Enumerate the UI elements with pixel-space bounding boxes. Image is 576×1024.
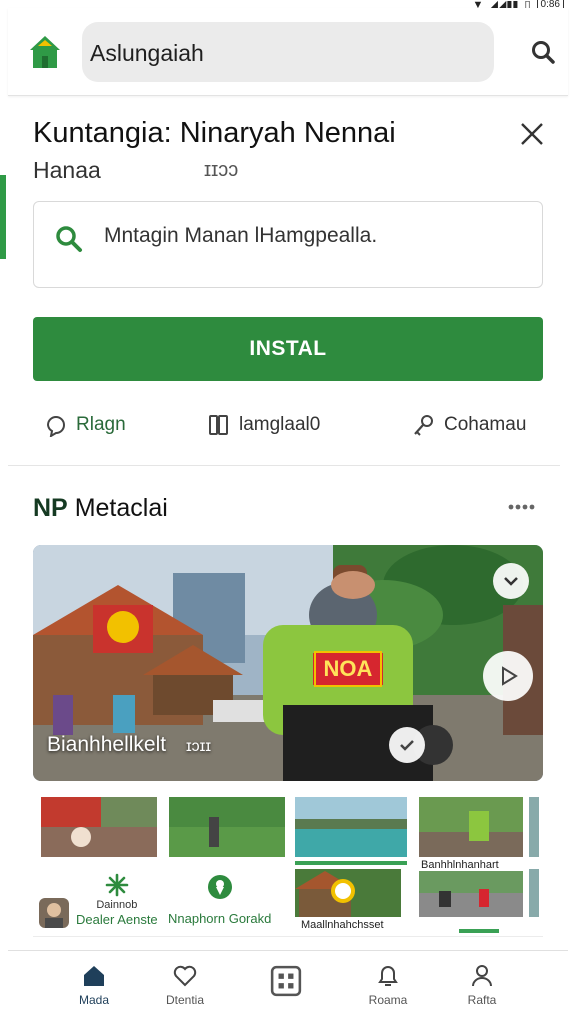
book-icon	[209, 415, 228, 435]
thumbnail-6-image	[419, 871, 523, 917]
search-icon	[56, 226, 82, 252]
thumbnail-3-image	[295, 797, 407, 857]
chevron-down-icon	[504, 577, 518, 586]
thumbnail-5[interactable]	[295, 869, 401, 917]
thumbnail-4-image	[419, 797, 523, 857]
hero-caption-meta: ɪɔɪɪ	[185, 738, 212, 755]
thumbnail-edge	[529, 797, 539, 857]
thumbnail-5-image	[295, 869, 401, 917]
header-search-bar[interactable]: Aslungaiah	[82, 22, 494, 82]
close-icon[interactable]	[519, 121, 545, 147]
action-access[interactable]: Cohamau	[412, 410, 526, 440]
action-share[interactable]: Rlagn	[44, 410, 126, 440]
thumbnail-1[interactable]	[41, 797, 157, 857]
thumbnail-4[interactable]	[419, 797, 523, 857]
nav-home-label: Mada	[78, 993, 110, 1007]
search-input-text: Mntagin Manan lHamgpealla.	[104, 224, 378, 247]
nav-item-home[interactable]: Mada	[54, 963, 134, 1007]
nav-item-apps[interactable]	[246, 965, 326, 997]
play-icon	[502, 666, 518, 686]
hero-expand-button[interactable]	[493, 563, 529, 599]
heart-icon	[173, 965, 197, 987]
action-library-label: lamglaal0	[239, 414, 321, 435]
nav-favorites-label: Dtentia	[165, 993, 205, 1007]
small-thumb-image	[45, 903, 63, 928]
section-divider	[8, 465, 560, 466]
location-pin-icon	[207, 875, 232, 899]
app-subtitle: Hanaa	[33, 157, 101, 183]
hero-caption-text: Bianhhellkelt	[47, 733, 167, 756]
nav-item-notifications[interactable]: Roama	[348, 963, 428, 1007]
bottom-navigation: Mada Dtentia Roama Rafta	[8, 950, 568, 1024]
bell-icon	[378, 966, 398, 986]
header-search-text: Aslungaiah	[90, 40, 204, 66]
thumbnail-caption-2: Maallnhahchsset	[301, 919, 384, 931]
thumbnail-caption-1: Banhhlnhanhart	[421, 859, 499, 871]
app-meta: ɪɪɔɔ	[204, 159, 239, 181]
grid-icon	[270, 965, 302, 997]
thumbnail-3[interactable]	[295, 797, 407, 857]
thumbnail-2[interactable]	[169, 797, 285, 857]
share-icon	[46, 416, 65, 437]
hero-check-button[interactable]	[389, 727, 425, 763]
grid-item-dealer[interactable]: Dainnob Dealer Aenste	[76, 873, 158, 927]
hero-play-button[interactable]	[483, 651, 533, 701]
thumbnail-stripe-2	[459, 929, 499, 933]
app-title: Kuntangia: Ninaryah Nennai	[33, 117, 396, 149]
grid-item-dealer-top: Dainnob	[96, 899, 138, 911]
check-icon	[400, 740, 414, 751]
sparkle-icon	[105, 873, 129, 897]
side-accent-bar	[0, 175, 6, 259]
nav-item-profile[interactable]: Rafta	[442, 963, 522, 1007]
more-options-icon[interactable]	[506, 499, 538, 515]
grid-item-nnaphorn[interactable]: Nnaphorn Gorakd	[168, 873, 271, 926]
section-title-bold: NP	[33, 494, 68, 522]
thumbnail-stripe	[295, 861, 407, 865]
action-access-label: Cohamau	[444, 414, 527, 435]
key-icon	[414, 415, 433, 436]
app-header: Aslungaiah	[8, 8, 568, 96]
hero-sign: NOA	[314, 651, 382, 687]
nav-item-favorites[interactable]: Dtentia	[145, 963, 225, 1007]
action-share-label: Rlagn	[76, 414, 126, 435]
thumbnail-1-image	[41, 797, 157, 857]
thumbnail-edge-2	[529, 869, 539, 917]
install-button[interactable]: INSTAL	[33, 317, 543, 381]
section-title: NP Metaclai	[33, 494, 168, 523]
action-library[interactable]: lamglaal0	[207, 410, 320, 440]
profile-icon	[472, 965, 492, 987]
nav-notifications-label: Roama	[368, 993, 408, 1007]
search-icon[interactable]	[530, 39, 556, 65]
search-input[interactable]: Mntagin Manan lHamgpealla.	[33, 201, 543, 288]
grid-item-nnaphorn-label: Nnaphorn Gorakd	[168, 911, 272, 926]
thumbnail-6[interactable]	[419, 871, 523, 917]
home-icon	[84, 966, 104, 986]
small-thumb[interactable]	[39, 898, 69, 928]
thumbnail-2-image	[169, 797, 285, 857]
section-title-rest: Metaclai	[74, 494, 168, 522]
nav-profile-label: Rafta	[467, 993, 497, 1007]
hero-image[interactable]: NOA Bianhhellkelt ɪɔɪɪ	[33, 545, 543, 781]
hero-caption: Bianhhellkelt ɪɔɪɪ	[47, 733, 211, 757]
home-logo-icon[interactable]	[30, 34, 60, 68]
hero-sign-text: NOA	[323, 656, 373, 681]
grid-item-dealer-label: Dealer Aenste	[76, 912, 158, 927]
